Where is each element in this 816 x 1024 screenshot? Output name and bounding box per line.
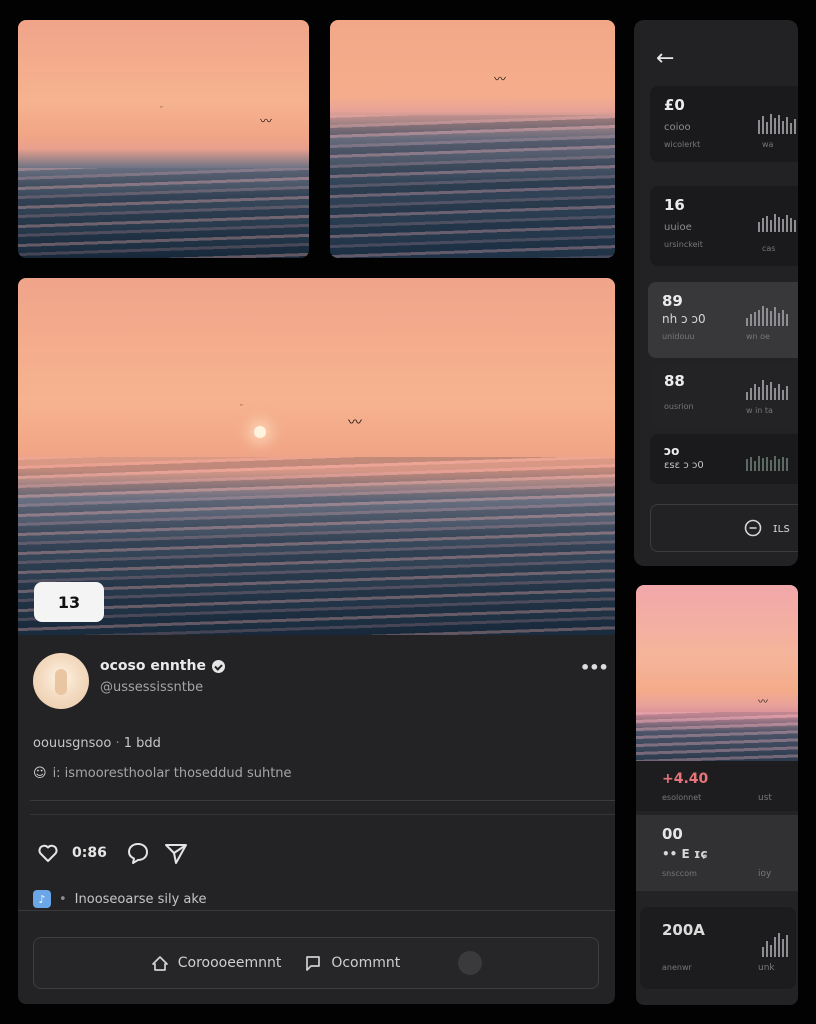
stat-card[interactable]: 16 uuioe ursinckeit cas — [650, 186, 798, 266]
image-counter-badge: 13 — [34, 582, 104, 622]
stat-value: 89 — [662, 292, 683, 310]
stat-label: ɛsɛ ɔ ɔ0 — [664, 460, 704, 471]
post-caption: ☺ i: ismooresthoolar thoseddud suhtne — [33, 766, 292, 781]
comment-bubble-icon — [306, 956, 321, 971]
mini-stat-right: ioy — [758, 869, 772, 879]
post-meta: oouusgnsoo · 1 bdd — [33, 736, 161, 751]
bird-icon: 〰 — [758, 697, 768, 708]
stat-right: cas — [762, 244, 776, 253]
emoji-icon: ☺ — [33, 766, 47, 781]
stat-sub: wicolerkt — [664, 140, 701, 149]
bird-icon: 〰 — [494, 72, 506, 86]
sparkline-chart — [762, 933, 788, 957]
divider — [30, 800, 615, 801]
avatar[interactable] — [33, 653, 89, 709]
stat-value: £0 — [664, 96, 685, 114]
stat-value: ɔo — [664, 444, 680, 458]
meta-text: oouusgnsoo — [33, 736, 112, 751]
sea-waves — [18, 456, 615, 635]
meta-time: 1 bdd — [123, 736, 161, 751]
mini-stat: 200A anenwr unk — [640, 907, 796, 989]
stats-panel: ← £0 coioo wicolerkt wa 16 uuioe ursinck… — [634, 20, 798, 566]
sparkline-chart — [758, 114, 796, 134]
author-name-row[interactable]: ocoso ennthe — [100, 658, 225, 674]
mini-post-image[interactable]: 〰 — [636, 585, 798, 761]
stat-value: 88 — [664, 372, 685, 390]
stat-value: 16 — [664, 196, 685, 214]
action-row: 0:86 — [36, 840, 189, 866]
bird-icon: ᵕ — [160, 104, 163, 112]
sparkline-chart — [746, 456, 788, 471]
stat-right: wn oe — [746, 332, 770, 341]
home-icon — [151, 956, 168, 971]
stat-label: nh ɔ ɔ0 — [662, 312, 706, 326]
comment-label: Ocommnt — [331, 955, 401, 971]
divider — [18, 910, 615, 911]
message-button-label: ɪʟs — [773, 521, 790, 535]
share-icon[interactable] — [163, 840, 189, 866]
more-options-button[interactable]: ••• — [580, 658, 609, 677]
music-separator: • — [59, 891, 67, 907]
mini-stat-right: ust — [758, 793, 772, 803]
bird-icon: 〰 — [260, 114, 272, 128]
mini-post-card[interactable]: 〰 +4.40 esolonnet ust 00 •• E ɪɕ snsccom… — [636, 585, 798, 1005]
music-text: Inooseoarse sily ake — [74, 891, 207, 907]
stat-label: uuioe — [664, 222, 692, 233]
connect-label: Coroooeemnnt — [177, 955, 282, 971]
sun — [254, 426, 266, 438]
mini-stat: +4.40 esolonnet ust — [636, 761, 798, 811]
photo-tile-top-left[interactable]: 〰 ᵕ — [18, 20, 309, 258]
bird-icon: ᵕ — [240, 402, 243, 410]
sea-waves — [636, 711, 798, 761]
mini-stat-value: +4.40 — [662, 771, 709, 787]
comment-button[interactable]: Ocommnt — [303, 953, 400, 973]
stat-card[interactable]: 89 nh ɔ ɔ0 unidouu wn oe — [648, 282, 798, 358]
mini-stat-sub: esolonnet — [662, 793, 702, 802]
stat-sub: unidouu — [662, 332, 695, 341]
photo-tile-top-right[interactable]: 〰 — [330, 20, 615, 258]
stat-sub: ursinckeit — [664, 240, 703, 249]
meta-separator: · — [115, 736, 120, 751]
connect-button[interactable]: Coroooeemnnt — [150, 953, 282, 973]
stat-card[interactable]: ɔo ɛsɛ ɔ ɔ0 — [650, 434, 798, 484]
stat-label: coioo — [664, 122, 691, 133]
comment-icon[interactable] — [125, 840, 151, 866]
like-icon[interactable] — [36, 841, 60, 865]
chat-bubble-icon — [744, 519, 762, 537]
mini-stat-right: unk — [758, 963, 775, 973]
author-name[interactable]: ocoso ennthe — [100, 658, 206, 674]
caption-text: i: ismooresthoolar thoseddud suhtne — [52, 766, 292, 781]
music-row[interactable]: ♪ • Inooseoarse sily ake — [33, 890, 206, 908]
sea-waves — [330, 115, 615, 258]
stat-right: wa — [762, 140, 774, 149]
sea-waves — [18, 167, 309, 258]
like-count: 0:86 — [72, 845, 107, 861]
stat-card[interactable]: 88 ousrion w in ta — [650, 362, 798, 430]
mini-stat: 00 •• E ɪɕ snsccom ioy — [636, 815, 798, 891]
bird-icon: 〰 — [348, 415, 362, 431]
stat-sub: ousrion — [664, 402, 694, 411]
mini-stat-sub: anenwr — [662, 963, 692, 972]
sparkline-chart — [758, 214, 796, 232]
back-arrow-icon[interactable]: ← — [656, 46, 674, 71]
mini-stat-value: 00 — [662, 825, 683, 843]
stat-right: w in ta — [746, 406, 773, 415]
divider — [30, 814, 615, 815]
verified-icon — [211, 659, 225, 673]
message-button[interactable]: ɪʟs — [650, 504, 798, 552]
stat-card[interactable]: £0 coioo wicolerkt wa — [650, 86, 798, 162]
comment-bar: Coroooeemnnt Ocommnt — [33, 937, 599, 989]
mini-stat-value-2: •• E ɪɕ — [662, 847, 708, 861]
post-card: 〰 ᵕ 13 ocoso ennthe @ussessissntbe ••• o… — [18, 278, 615, 1004]
sparkline-chart — [746, 380, 788, 400]
emoji-button[interactable] — [458, 951, 483, 975]
post-image[interactable]: 〰 ᵕ 13 — [18, 278, 615, 635]
author-handle[interactable]: @ussessissntbe — [100, 680, 203, 695]
mini-stat-value: 200A — [662, 921, 705, 939]
mini-stat-sub: snsccom — [662, 869, 697, 878]
sparkline-chart — [746, 306, 788, 326]
music-note-icon: ♪ — [33, 890, 51, 908]
